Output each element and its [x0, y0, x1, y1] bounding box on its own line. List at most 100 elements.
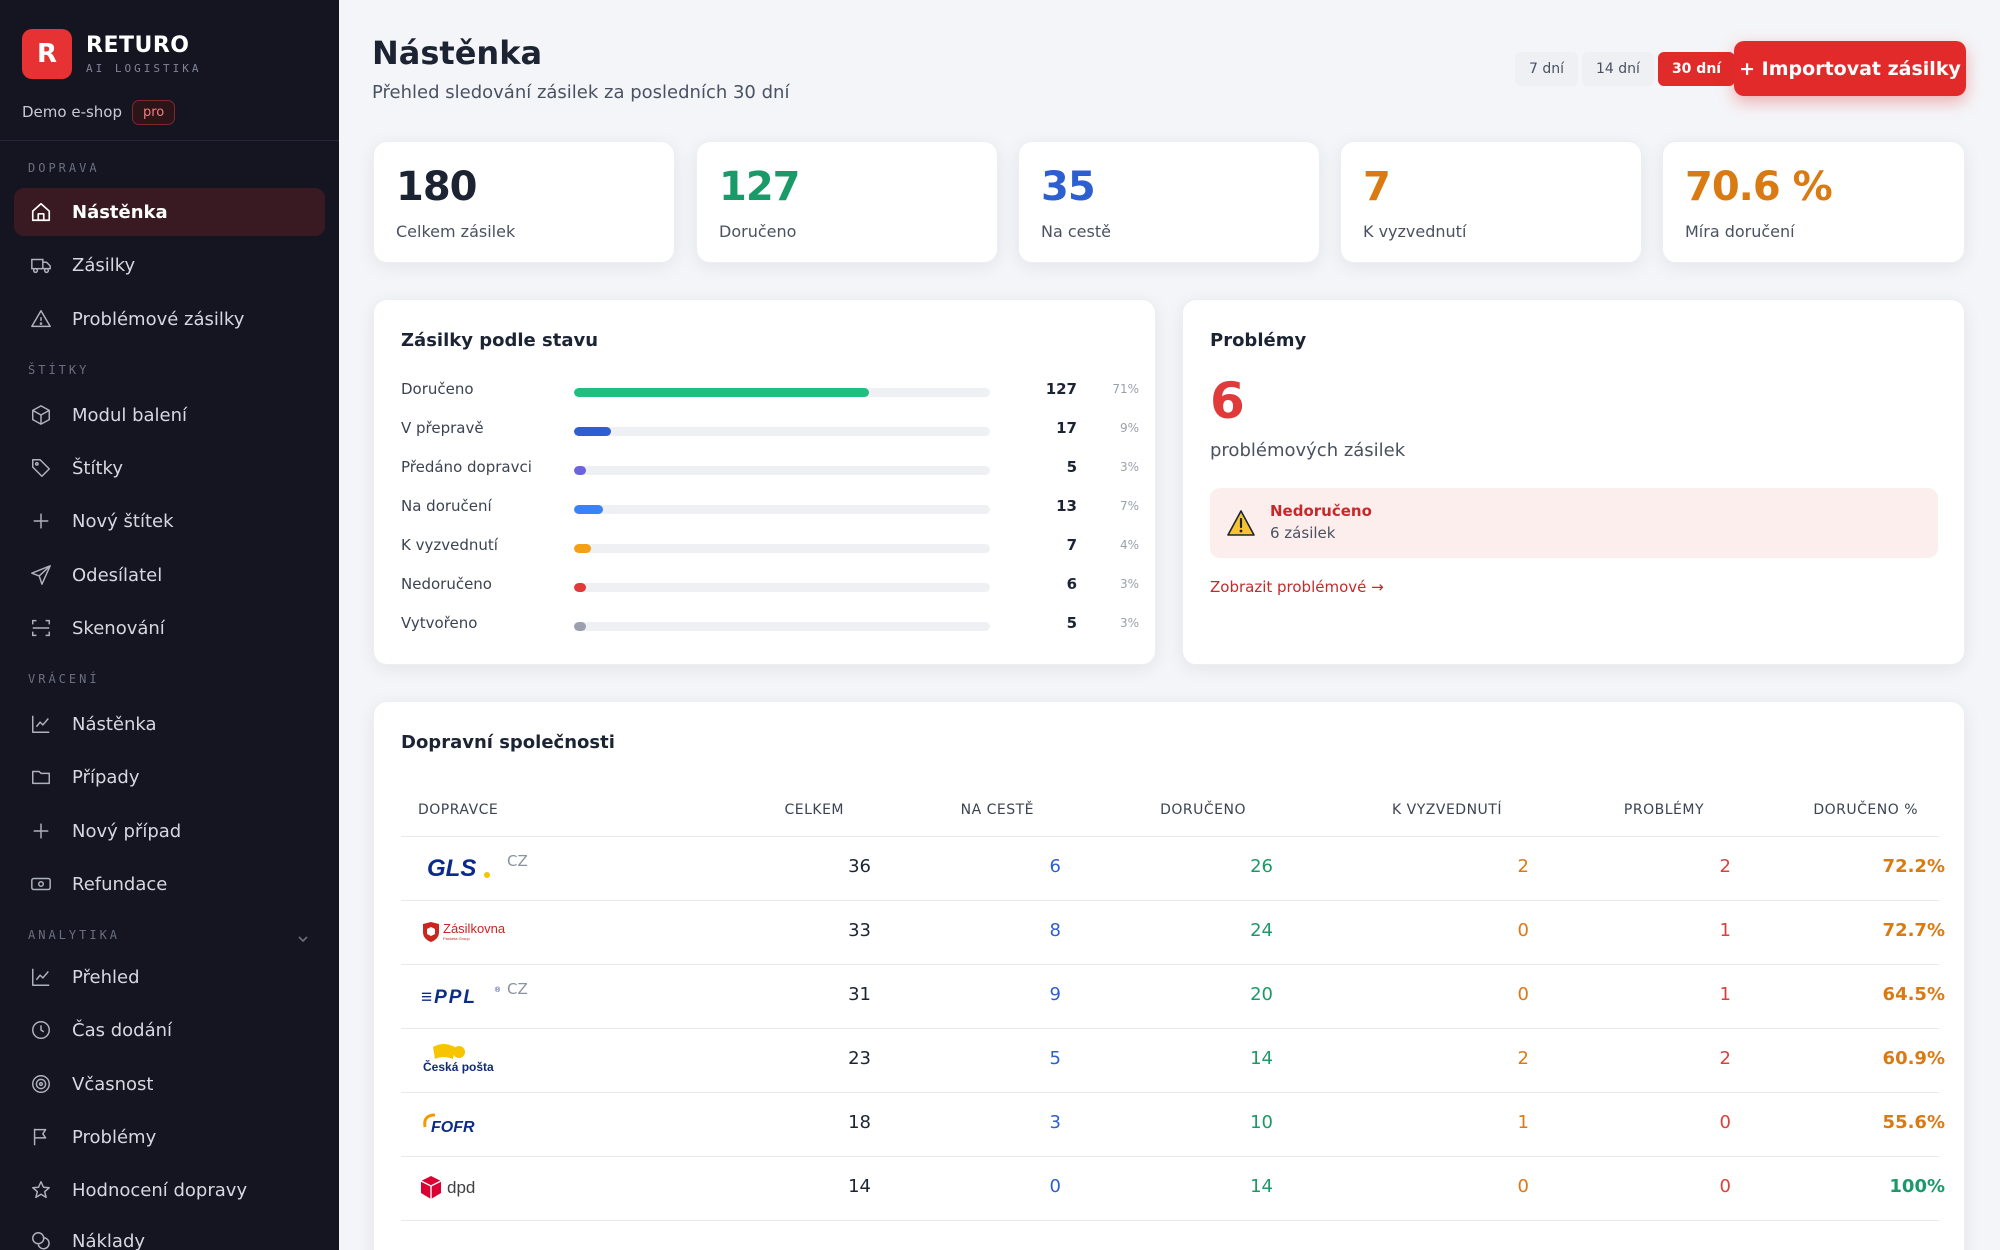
sidebar-item-pripady[interactable]: Případy [14, 753, 325, 801]
stat-label: Na cestě [1041, 222, 1111, 241]
range-30-days[interactable]: 30 dní [1657, 52, 1736, 86]
status-bar-fill [574, 505, 604, 514]
import-shipments-button[interactable]: + Importovat zásilky [1734, 41, 1966, 96]
brand-subtitle: AI LOGISTIKA [86, 61, 202, 75]
stat-value: 127 [719, 164, 800, 210]
status-bar-fill [574, 583, 587, 592]
cell-problems: 1 [1719, 984, 1731, 1005]
sidebar-item-zasilky[interactable]: Zásilky [14, 241, 325, 289]
status-bar-fill [574, 544, 591, 553]
card-title: Zásilky podle stavu [401, 330, 599, 351]
cell-delivery-rate: 72.2% [1882, 856, 1945, 877]
sidebar-item-label: Nástěnka [72, 201, 168, 223]
sidebar-item-novy-stitek[interactable]: Nový štítek [14, 497, 325, 545]
status-bar-fill [574, 622, 587, 631]
status-count: 5 [1066, 458, 1077, 476]
column-header-pickup[interactable]: K VYZVEDNUTÍ [1314, 802, 1502, 818]
shop-name: Demo e-shop [22, 103, 122, 121]
status-row: Vytvořeno 5 3% [401, 614, 1141, 638]
status-bar-track [574, 466, 990, 475]
cell-delivered: 26 [1250, 856, 1273, 877]
cell-pickup: 0 [1517, 1176, 1529, 1197]
sidebar-item-vraceni-nastenka[interactable]: Nástěnka [14, 700, 325, 748]
status-label: Předáno dopravci [401, 458, 532, 476]
sidebar-item-label: Nový případ [72, 820, 182, 842]
status-count: 7 [1066, 536, 1077, 554]
stat-card-in-transit[interactable]: 35 Na cestě [1018, 141, 1320, 263]
sidebar-item-novy-pripad[interactable]: Nový případ [14, 807, 325, 855]
shop-selector[interactable]: Demo e-shop pro [0, 85, 339, 135]
range-14-days[interactable]: 14 dní [1582, 52, 1654, 86]
table-row[interactable]: FOFR 18 3 10 1 0 55.6% [401, 1092, 1945, 1156]
column-header-delivered[interactable]: DORUČENO [1094, 802, 1246, 818]
table-row[interactable]: GLS CZ 36 6 26 2 2 72.2% [401, 836, 1945, 900]
problem-alert-undelivered[interactable]: Nedoručeno 6 zásilek [1210, 488, 1938, 558]
cell-delivery-rate: 60.9% [1882, 1048, 1945, 1069]
stat-value: 35 [1041, 164, 1096, 210]
sidebar-item-naklady[interactable]: Náklady [14, 1217, 325, 1250]
sidebar-item-cas-dodani[interactable]: Čas dodání [14, 1006, 325, 1054]
status-bar-track [574, 544, 990, 553]
cell-delivered: 24 [1250, 920, 1273, 941]
stat-value: 7 [1363, 164, 1391, 210]
stat-card-delivered[interactable]: 127 Doručeno [696, 141, 998, 263]
cell-delivered: 10 [1250, 1112, 1273, 1133]
table-row[interactable]: Česká pošta 23 5 14 2 2 60.9% [401, 1028, 1945, 1092]
main-content: Nástěnka Přehled sledování zásilek za po… [339, 0, 2000, 1250]
brand[interactable]: R RETURO AI LOGISTIKA [0, 0, 339, 85]
column-header-in-transit[interactable]: NA CESTĚ [894, 802, 1034, 818]
svg-text:GLS: GLS [427, 855, 476, 882]
status-bar-fill [574, 466, 587, 475]
chevron-down-icon[interactable] [296, 932, 310, 946]
table-row[interactable]: ≡PPL ® CZ 31 9 20 0 1 64.5% [401, 964, 1945, 1028]
stat-card-delivery-rate[interactable]: 70.6 % Míra doručení [1662, 141, 1965, 263]
stat-card-pickup[interactable]: 7 K vyzvednutí [1340, 141, 1642, 263]
status-bar-track [574, 427, 990, 436]
column-header-problems[interactable]: PROBLÉMY [1554, 802, 1704, 818]
range-7-days[interactable]: 7 dní [1515, 52, 1579, 86]
stat-value: 180 [396, 164, 477, 210]
status-count: 13 [1056, 497, 1077, 515]
sidebar-item-vcasnost[interactable]: Včasnost [14, 1060, 325, 1108]
page-title: Nástěnka [372, 34, 543, 72]
cell-in-transit: 0 [1049, 1176, 1061, 1197]
sidebar-item-label: Skenování [72, 617, 165, 639]
carrier-logo-fofr: FOFR [419, 1104, 489, 1144]
sidebar-item-label: Refundace [72, 873, 168, 895]
sidebar-item-odesilatel[interactable]: Odesílatel [14, 551, 325, 599]
sidebar-item-nastenka[interactable]: Nástěnka [14, 188, 325, 236]
cell-total: 36 [848, 856, 871, 877]
table-row[interactable]: Zásilkovna Packeta Group 33 8 24 0 1 72.… [401, 900, 1945, 964]
sidebar-item-skenovani[interactable]: Skenování [14, 604, 325, 652]
sidebar-item-prehled[interactable]: Přehled [14, 953, 325, 1001]
column-header-carrier[interactable]: DOPRAVCE [418, 802, 498, 818]
card-title: Problémy [1210, 330, 1307, 351]
sidebar-item-stitky[interactable]: Štítky [14, 444, 325, 492]
sidebar-item-label: Zásilky [72, 254, 136, 276]
brand-name: RETURO [86, 32, 190, 58]
page-subtitle: Přehled sledování zásilek za posledních … [372, 82, 790, 103]
cell-problems: 2 [1719, 1048, 1731, 1069]
coins-icon [30, 1230, 52, 1250]
show-problems-link[interactable]: Zobrazit problémové → [1210, 578, 1384, 596]
alert-subtitle: 6 zásilek [1270, 524, 1336, 542]
cell-delivery-rate: 100% [1889, 1176, 1945, 1197]
column-header-delivery-rate[interactable]: DORUČENO % [1754, 802, 1918, 818]
cell-total: 18 [848, 1112, 871, 1133]
stat-card-total[interactable]: 180 Celkem zásilek [373, 141, 675, 263]
status-percent: 3% [1119, 577, 1139, 591]
status-row: K vyzvednutí 7 4% [401, 536, 1141, 560]
sidebar-item-problemy[interactable]: Problémy [14, 1113, 325, 1161]
sidebar-item-problemove-zasilky[interactable]: Problémové zásilky [14, 295, 325, 343]
svg-text:®: ® [495, 986, 501, 994]
column-header-total[interactable]: CELKEM [754, 802, 844, 818]
sidebar-item-hodnoceni-dopravy[interactable]: Hodnocení dopravy [14, 1166, 325, 1214]
sidebar-item-refundace[interactable]: Refundace [14, 860, 325, 908]
status-percent: 4% [1119, 538, 1139, 552]
cell-in-transit: 6 [1049, 856, 1061, 877]
status-bar-track [574, 622, 990, 631]
table-row[interactable]: dpd 14 0 14 0 0 100% [401, 1156, 1945, 1220]
package-icon [30, 404, 52, 426]
sidebar-item-modul-baleni[interactable]: Modul balení [14, 391, 325, 439]
problems-card: Problémy 6 problémových zásilek Nedoruče… [1182, 299, 1965, 665]
